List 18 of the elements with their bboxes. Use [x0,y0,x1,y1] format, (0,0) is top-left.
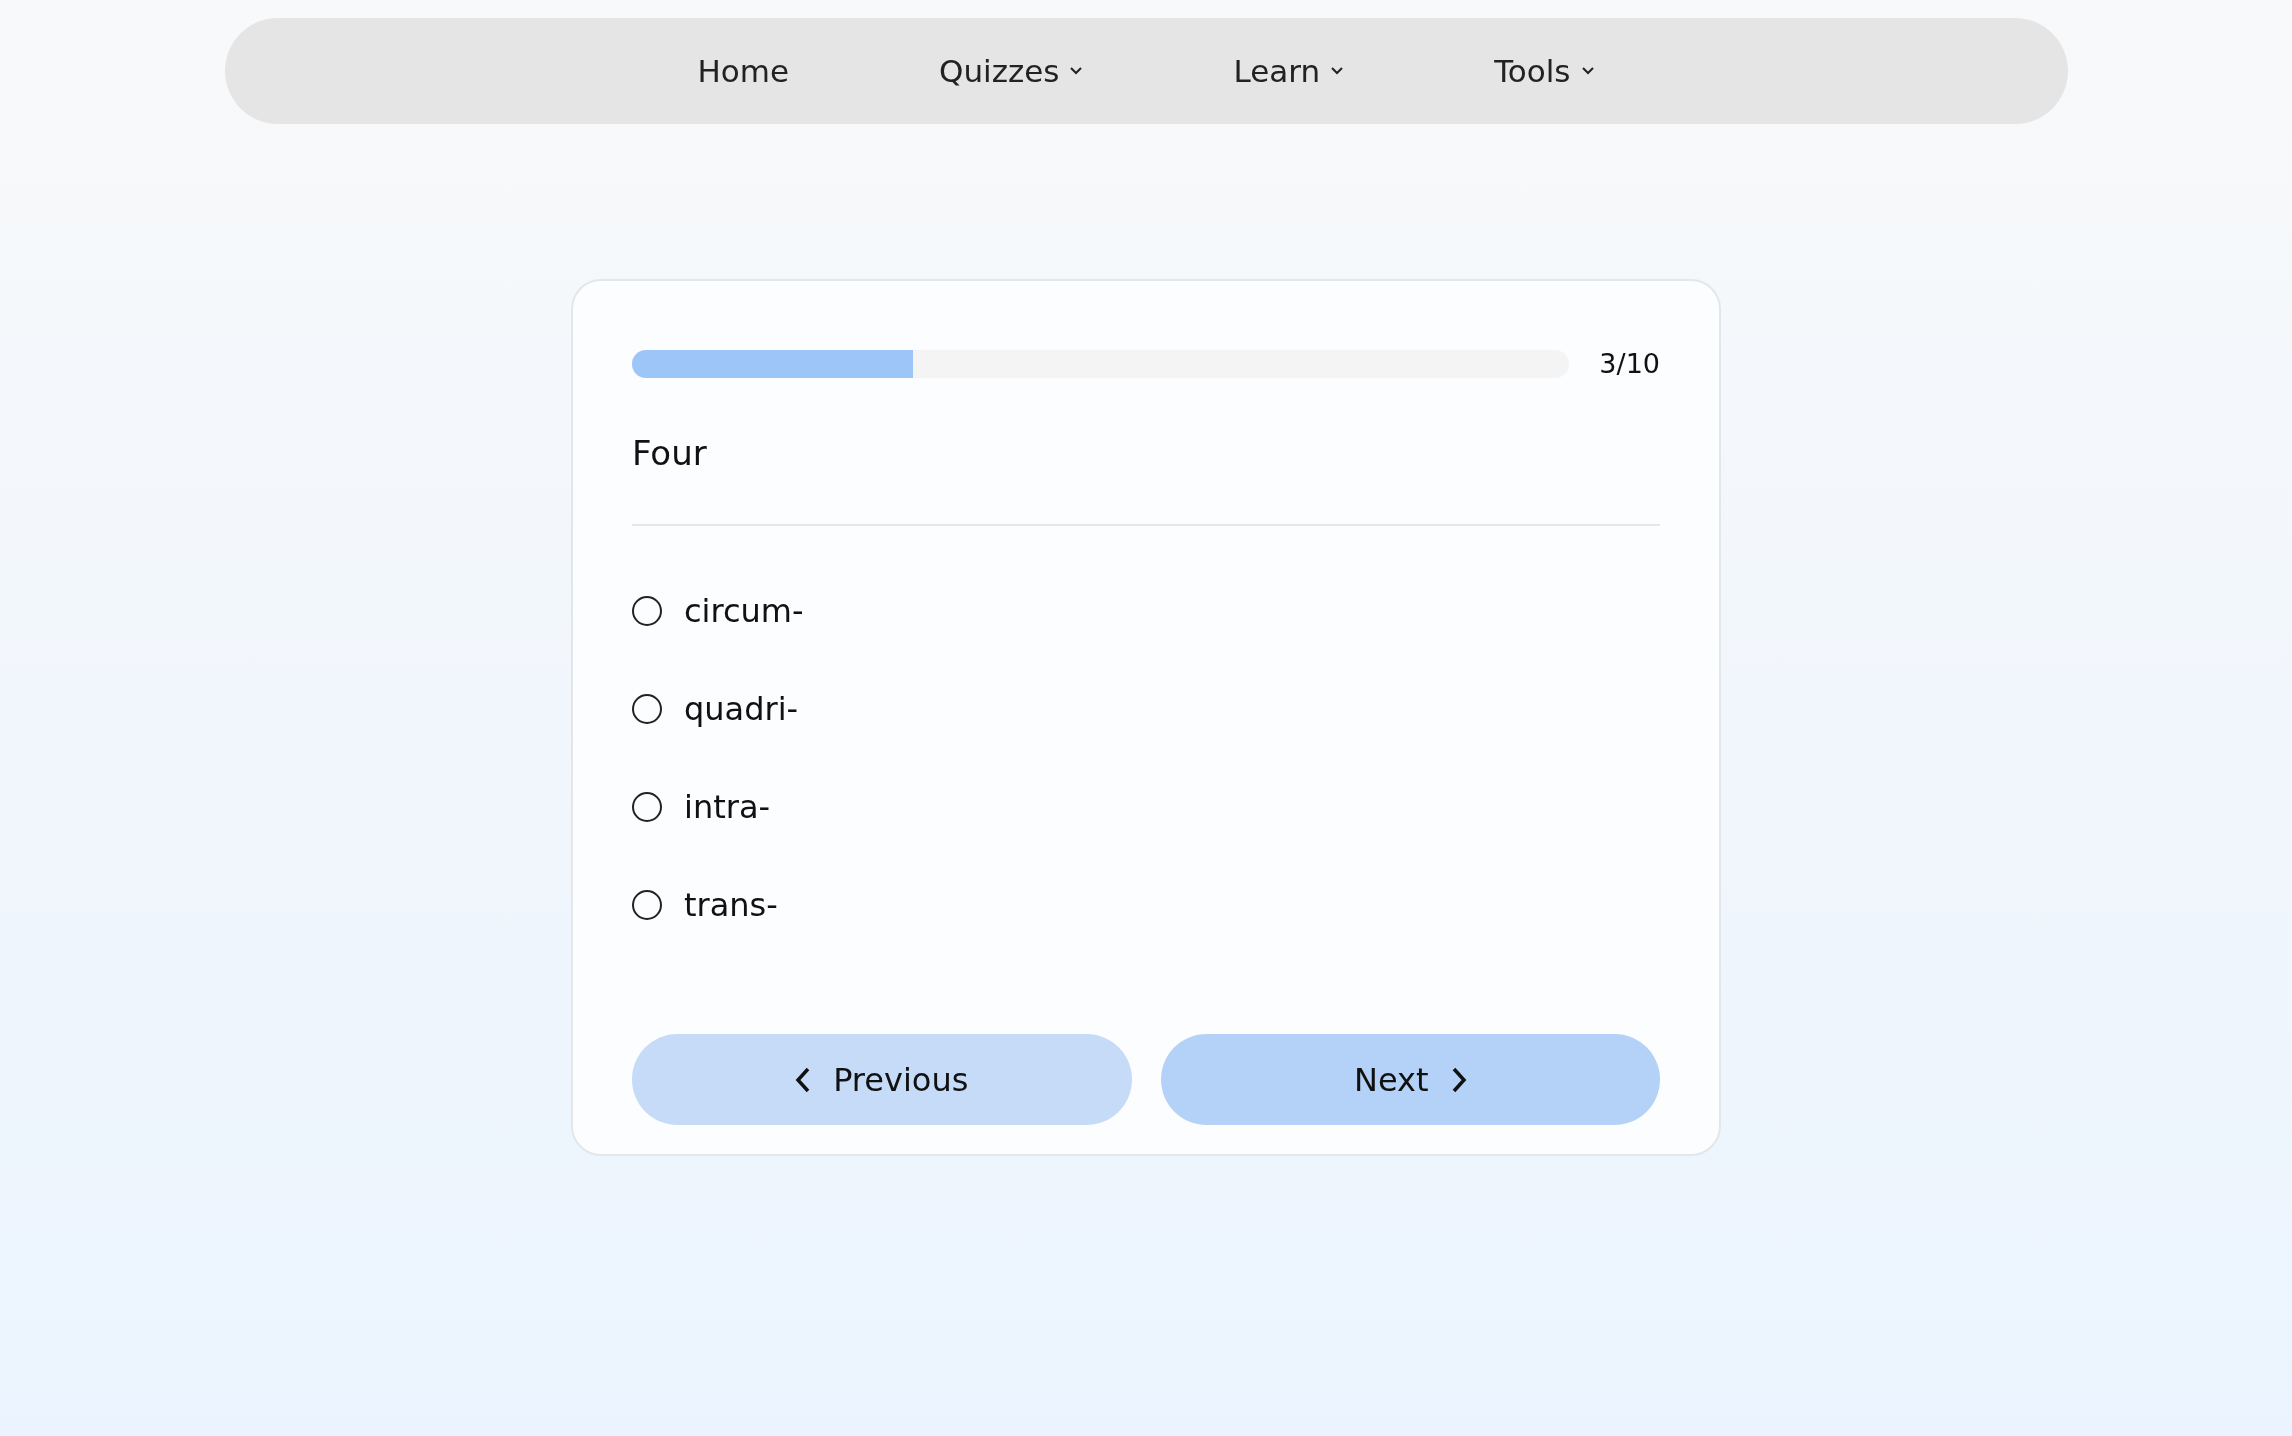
chevron-left-icon [795,1065,812,1094]
option-label[interactable]: quadri- [684,690,799,728]
radio-button[interactable] [632,792,662,822]
nav-link[interactable]: Home [697,53,790,89]
option-label[interactable]: circum- [684,592,804,630]
nav-link[interactable]: Learn [1233,53,1345,89]
radio-button[interactable] [632,890,662,920]
radio-button[interactable] [632,694,662,724]
progress-counter: 3/10 [1599,348,1660,379]
radio-button[interactable] [632,596,662,626]
nav-link[interactable]: Tools [1494,53,1595,89]
nav-link[interactable]: Quizzes [939,53,1084,89]
chevron-right-icon [1450,1065,1467,1094]
question-text: Four [632,433,1660,526]
option-label[interactable]: intra- [684,788,771,826]
next-button[interactable]: Next [1160,1034,1660,1125]
option-label[interactable]: trans- [684,886,778,924]
previous-button[interactable]: Previous [632,1034,1132,1125]
